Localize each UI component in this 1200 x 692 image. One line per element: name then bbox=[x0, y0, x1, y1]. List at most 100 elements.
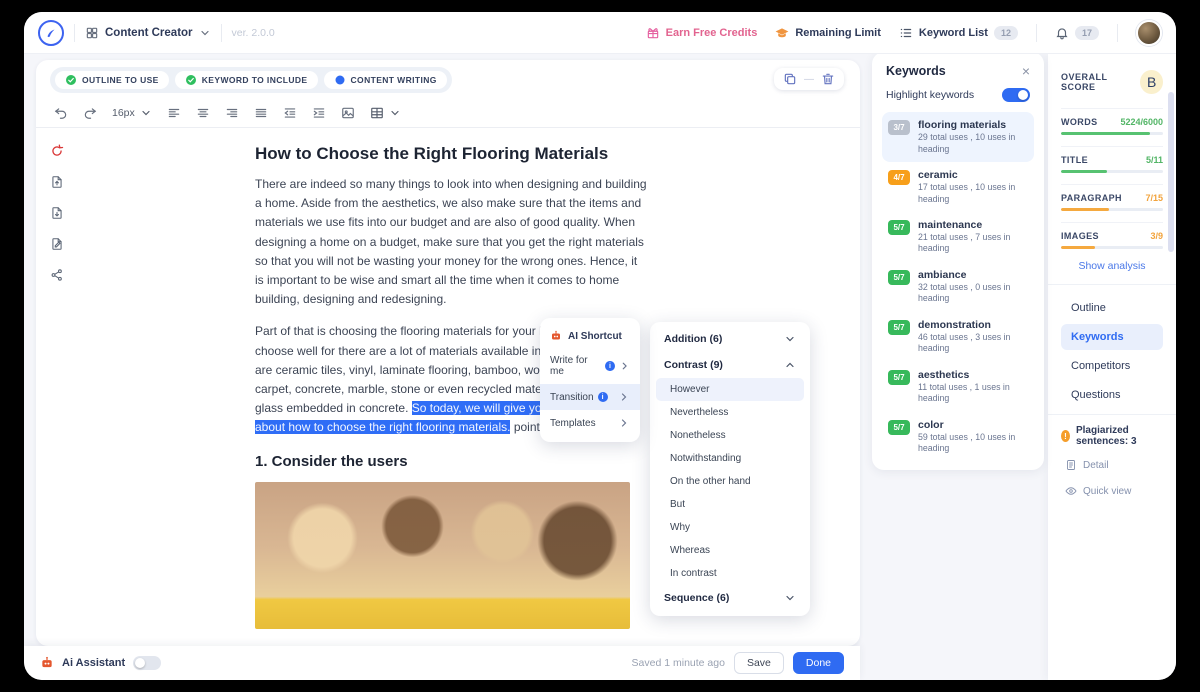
show-analysis-link[interactable]: Show analysis bbox=[1061, 260, 1163, 272]
chevron-right-icon bbox=[619, 360, 630, 372]
info-icon: i bbox=[598, 392, 608, 402]
done-button[interactable]: Done bbox=[793, 652, 844, 674]
trash-icon[interactable] bbox=[821, 72, 835, 86]
keyword-score-badge: 5/7 bbox=[888, 370, 910, 385]
keyword-score-badge: 3/7 bbox=[888, 120, 910, 135]
transition-option[interactable]: Why bbox=[656, 516, 804, 539]
edit-file-icon[interactable] bbox=[50, 235, 64, 253]
transition-option[interactable]: On the other hand bbox=[656, 470, 804, 493]
sidebar-item-questions[interactable]: Questions bbox=[1061, 382, 1163, 408]
transition-option[interactable]: But bbox=[656, 493, 804, 516]
share-icon[interactable] bbox=[50, 266, 64, 284]
overall-grade-badge: B bbox=[1140, 70, 1163, 94]
robot-icon bbox=[550, 330, 562, 342]
keyword-item[interactable]: 5/7 aesthetics11 total uses , 1 uses in … bbox=[882, 362, 1034, 412]
sidebar-item-competitors[interactable]: Competitors bbox=[1061, 353, 1163, 379]
bell-icon bbox=[1055, 26, 1069, 40]
indent-icon[interactable] bbox=[312, 106, 326, 120]
keyword-item[interactable]: 4/7 ceramic17 total uses , 10 uses in he… bbox=[882, 162, 1034, 212]
plagiarism-detail-link[interactable]: Detail bbox=[1065, 459, 1163, 471]
chips-row: OUTLINE TO USE KEYWORD TO INCLUDE CONTEN… bbox=[36, 60, 860, 100]
article-image[interactable] bbox=[255, 482, 630, 629]
overall-score-label: OVERALL SCORE bbox=[1061, 72, 1140, 92]
chip-content-writing[interactable]: CONTENT WRITING bbox=[324, 71, 447, 89]
metric-title: TITLE5/11 bbox=[1061, 146, 1163, 173]
transition-submenu: Addition (6) Contrast (9) However Nevert… bbox=[650, 322, 810, 616]
keyword-item[interactable]: 5/7 ambiance32 total uses , 0 uses in he… bbox=[882, 262, 1034, 312]
copy-icon[interactable] bbox=[783, 72, 797, 86]
align-center-icon[interactable] bbox=[196, 106, 210, 120]
keyword-score-badge: 5/7 bbox=[888, 220, 910, 235]
divider bbox=[74, 24, 75, 42]
menu-item-templates[interactable]: Templates bbox=[540, 410, 640, 436]
graduation-cap-icon bbox=[775, 26, 789, 40]
chevron-right-icon bbox=[618, 417, 630, 429]
app-window: Content Creator ver. 2.0.0 Earn Free Cre… bbox=[24, 12, 1176, 680]
keyword-item[interactable]: 3/7 flooring materials29 total uses , 10… bbox=[882, 112, 1034, 162]
info-icon: i bbox=[605, 361, 614, 371]
progress-bar bbox=[1061, 208, 1109, 211]
insert-image-icon[interactable] bbox=[341, 106, 355, 120]
chip-keyword-to-include[interactable]: KEYWORD TO INCLUDE bbox=[175, 71, 318, 89]
list-icon bbox=[899, 26, 913, 40]
align-right-icon[interactable] bbox=[225, 106, 239, 120]
keyword-item[interactable]: 5/7 maintenance21 total uses , 7 uses in… bbox=[882, 212, 1034, 262]
transition-option[interactable]: However bbox=[656, 378, 804, 401]
remaining-limit-link[interactable]: Remaining Limit bbox=[775, 26, 881, 40]
import-file-icon[interactable] bbox=[50, 204, 64, 222]
outdent-icon[interactable] bbox=[283, 106, 297, 120]
redo-icon[interactable] bbox=[83, 106, 97, 120]
sidebar-item-outline[interactable]: Outline bbox=[1061, 295, 1163, 321]
keyword-item[interactable]: 5/7 demonstration46 total uses , 3 uses … bbox=[882, 312, 1034, 362]
highlight-keywords-toggle[interactable] bbox=[1002, 88, 1030, 102]
keyword-item[interactable]: 5/7 color59 total uses , 10 uses in head… bbox=[882, 412, 1034, 462]
check-circle-icon bbox=[65, 74, 77, 86]
menu-item-transition[interactable]: Transition i bbox=[540, 384, 640, 410]
robot-icon bbox=[40, 656, 54, 670]
progress-bar bbox=[1061, 170, 1107, 173]
section-contrast[interactable]: Contrast (9) bbox=[650, 352, 810, 378]
metric-paragraph: PARAGRAPH7/15 bbox=[1061, 184, 1163, 211]
plagiarism-quick-view-link[interactable]: Quick view bbox=[1065, 485, 1163, 497]
app-logo-icon[interactable] bbox=[38, 20, 64, 46]
keyword-score-badge: 5/7 bbox=[888, 270, 910, 285]
chevron-down-icon bbox=[784, 592, 796, 604]
document-tools-strip bbox=[50, 142, 64, 284]
save-button[interactable]: Save bbox=[734, 652, 784, 674]
transition-option[interactable]: Nonetheless bbox=[656, 424, 804, 447]
align-left-icon[interactable] bbox=[167, 106, 181, 120]
close-icon[interactable]: × bbox=[1022, 64, 1030, 78]
menu-item-write-for-me[interactable]: Write for me i bbox=[540, 348, 640, 384]
font-size-select[interactable]: 16px bbox=[112, 107, 152, 119]
document-title[interactable]: How to Choose the Right Flooring Materia… bbox=[255, 144, 647, 164]
transition-option[interactable]: In contrast bbox=[656, 562, 804, 585]
user-avatar[interactable] bbox=[1136, 20, 1162, 46]
section-heading[interactable]: 1. Consider the users bbox=[255, 453, 647, 470]
earn-credits-link[interactable]: Earn Free Credits bbox=[646, 26, 758, 40]
chip-outline-to-use[interactable]: OUTLINE TO USE bbox=[55, 71, 169, 89]
ai-assistant-toggle[interactable] bbox=[133, 656, 161, 670]
section-addition[interactable]: Addition (6) bbox=[650, 326, 810, 352]
check-circle-icon bbox=[185, 74, 197, 86]
divider bbox=[221, 24, 222, 42]
progress-bar bbox=[1061, 132, 1150, 135]
undo-icon[interactable] bbox=[54, 106, 68, 120]
align-justify-icon[interactable] bbox=[254, 106, 268, 120]
scrollbar-thumb[interactable] bbox=[1168, 92, 1174, 252]
reset-document-icon[interactable] bbox=[50, 142, 64, 160]
insert-table-control[interactable] bbox=[370, 106, 401, 120]
app-switcher[interactable]: Content Creator bbox=[85, 26, 211, 40]
keyword-score-badge: 5/7 bbox=[888, 320, 910, 335]
section-sequence[interactable]: Sequence (6) bbox=[650, 585, 810, 611]
notifications-button[interactable]: 17 bbox=[1055, 26, 1099, 40]
metric-images: IMAGES3/9 bbox=[1061, 222, 1163, 249]
transition-option[interactable]: Nevertheless bbox=[656, 401, 804, 424]
keyword-list-link[interactable]: Keyword List 12 bbox=[899, 26, 1018, 40]
export-file-icon[interactable] bbox=[50, 173, 64, 191]
paragraph-1[interactable]: There are indeed so many things to look … bbox=[255, 175, 647, 309]
ai-shortcut-menu: AI Shortcut Write for me i Transition i … bbox=[540, 318, 640, 442]
transition-option[interactable]: Whereas bbox=[656, 539, 804, 562]
transition-option[interactable]: Notwithstanding bbox=[656, 447, 804, 470]
sidebar-item-keywords[interactable]: Keywords bbox=[1061, 324, 1163, 350]
keywords-panel-title: Keywords bbox=[886, 64, 946, 78]
